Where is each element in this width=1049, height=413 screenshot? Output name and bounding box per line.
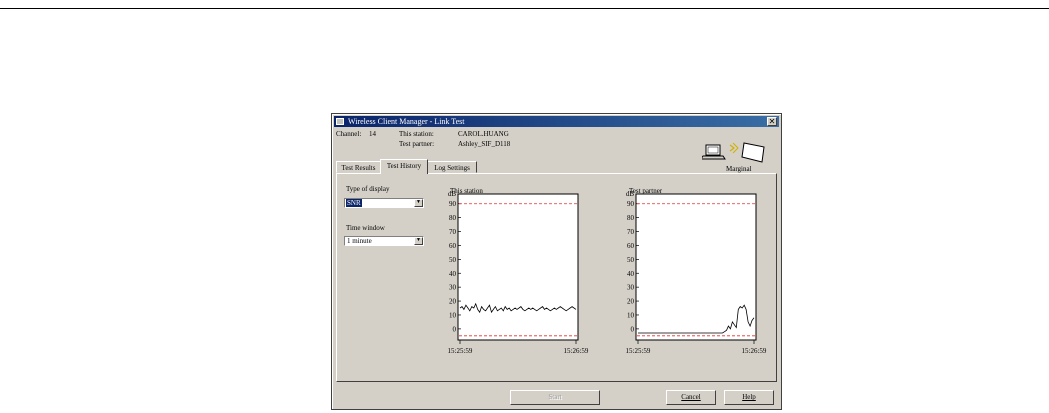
y-tick-label: 80 <box>449 214 457 222</box>
chevron-down-icon[interactable]: ▼ <box>414 199 423 207</box>
y-tick-label: 70 <box>449 228 457 236</box>
y-tick-label: 0 <box>631 325 635 333</box>
x-end-label: 15:26:59 <box>742 347 767 355</box>
type-of-display-value: SNR <box>346 199 362 207</box>
y-tick-label: 10 <box>449 311 457 319</box>
tab-log-settings[interactable]: Log Settings <box>427 161 477 173</box>
y-tick-label: 60 <box>627 242 635 250</box>
plot-area <box>635 193 757 341</box>
link-graphic: Marginal <box>700 135 774 175</box>
y-tick-label: 70 <box>627 228 635 236</box>
y-tick-label: 20 <box>627 298 635 306</box>
this-station-chart: dB 90 80 70 60 50 40 30 20 10 0 15:25:59 15:26:59 <box>448 190 589 355</box>
y-tick-label: 30 <box>449 284 457 292</box>
type-of-display-select[interactable]: SNR ▼ <box>344 198 424 208</box>
unit-label: dB <box>626 190 635 198</box>
link-test-window: Wireless Client Manager - Link Test ✕ Ch… <box>331 113 782 410</box>
time-window-value: 1 minute <box>347 237 372 245</box>
window-title: Wireless Client Manager - Link Test <box>348 117 465 126</box>
time-window-label: Time window <box>346 224 385 232</box>
y-tick-label: 60 <box>449 242 457 250</box>
x-start-label: 15:25:59 <box>626 347 651 355</box>
help-button-label: Help <box>742 393 756 401</box>
link-quality-label: Marginal <box>726 165 752 173</box>
app-icon <box>336 118 344 125</box>
laptop-icon <box>700 144 726 160</box>
unit-label: dB <box>448 190 457 198</box>
y-tick-label: 50 <box>627 256 635 264</box>
plot-area <box>457 193 579 341</box>
time-window-select[interactable]: 1 minute ▼ <box>344 236 424 246</box>
type-of-display-label: Type of display <box>346 185 390 193</box>
x-end-label: 15:26:59 <box>564 347 589 355</box>
y-tick-label: 20 <box>449 298 457 306</box>
signal-icon <box>729 142 739 154</box>
y-tick-label: 0 <box>453 325 457 333</box>
this-station-label: This station: <box>399 130 434 138</box>
y-tick-label: 90 <box>627 200 635 208</box>
y-tick-label: 40 <box>449 270 457 278</box>
title-bar[interactable]: Wireless Client Manager - Link Test ✕ <box>334 116 779 127</box>
help-button[interactable]: Help <box>724 390 774 405</box>
page-rule <box>0 8 1049 9</box>
test-partner-value: Ashley_SIF_D118 <box>458 140 511 148</box>
y-tick-label: 40 <box>627 270 635 278</box>
y-tick-label: 10 <box>627 311 635 319</box>
channel-value: 14 <box>369 130 376 138</box>
y-tick-label: 90 <box>449 200 457 208</box>
close-icon[interactable]: ✕ <box>767 117 777 126</box>
cancel-button-label: Cancel <box>681 393 701 401</box>
tab-test-results[interactable]: Test Results <box>336 161 381 173</box>
tab-test-history[interactable]: Test History <box>380 159 428 174</box>
cancel-button[interactable]: Cancel <box>666 390 716 405</box>
channel-label: Channel: <box>336 130 362 138</box>
this-station-value: CAROL.HUANG <box>458 130 509 138</box>
test-partner-chart: dB 90 80 70 60 50 40 30 20 10 0 15:25:59 15:26:59 <box>626 190 767 355</box>
y-tick-label: 80 <box>627 214 635 222</box>
chevron-down-icon[interactable]: ▼ <box>414 237 423 245</box>
start-button[interactable]: Start <box>510 390 600 405</box>
access-point-icon <box>741 142 765 163</box>
test-partner-label: Test partner: <box>399 140 435 148</box>
y-tick-label: 30 <box>627 284 635 292</box>
y-tick-label: 50 <box>449 256 457 264</box>
x-start-label: 15:25:59 <box>448 347 473 355</box>
